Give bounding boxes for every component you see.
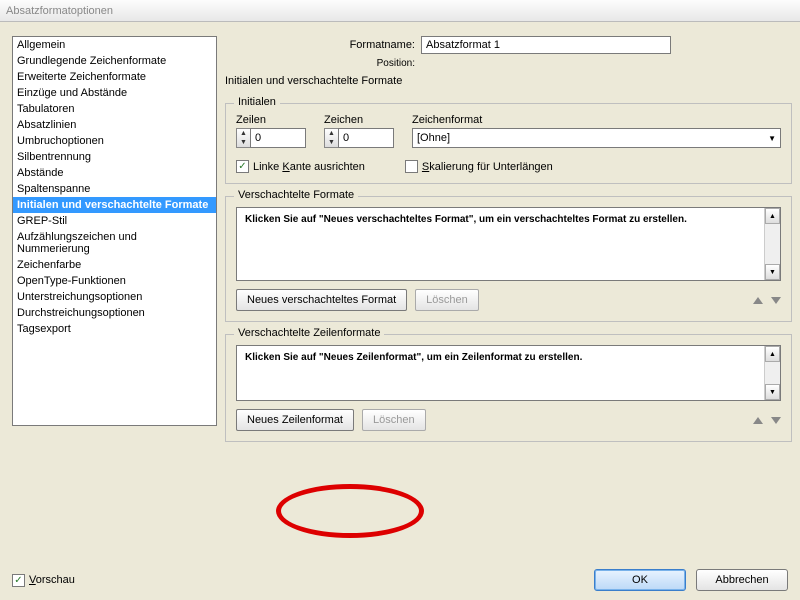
spinner-arrows-icon[interactable]: ▲▼ xyxy=(236,128,250,148)
position-label: Position: xyxy=(225,58,415,69)
sidebar-item[interactable]: Zeichenfarbe xyxy=(13,257,216,273)
scrollbar[interactable]: ▲▼ xyxy=(764,208,780,280)
sidebar-item[interactable]: Unterstreichungsoptionen xyxy=(13,289,216,305)
content-area: AllgemeinGrundlegende ZeichenformateErwe… xyxy=(0,22,800,600)
chars-label: Zeichen xyxy=(324,114,394,126)
window-title: Absatzformatoptionen xyxy=(6,5,113,17)
sidebar-item[interactable]: Absatzlinien xyxy=(13,117,216,133)
delete-nested-style-button[interactable]: Löschen xyxy=(415,289,479,311)
format-name-label: Formatname: xyxy=(225,39,415,51)
scroll-down-icon[interactable]: ▼ xyxy=(765,264,780,280)
ok-button[interactable]: OK xyxy=(594,569,686,591)
scroll-up-icon[interactable]: ▲ xyxy=(765,346,780,362)
dialog-window: Absatzformatoptionen AllgemeinGrundlegen… xyxy=(0,0,800,600)
initials-group-title: Initialen xyxy=(234,96,280,108)
charstyle-label: Zeichenformat xyxy=(412,114,781,126)
main-panel: Formatname: Position: Initialen und vers… xyxy=(225,36,792,556)
nested-styles-group: Verschachtelte Formate Klicken Sie auf "… xyxy=(225,196,792,322)
sidebar-item[interactable]: Tagsexport xyxy=(13,321,216,337)
checkbox-icon xyxy=(405,160,418,173)
sidebar-item[interactable]: Silbentrennung xyxy=(13,149,216,165)
nested-styles-hint: Klicken Sie auf "Neues verschachteltes F… xyxy=(237,208,780,231)
move-up-icon[interactable] xyxy=(753,417,763,424)
new-nested-style-button[interactable]: Neues verschachteltes Format xyxy=(236,289,407,311)
align-left-label: Linke Kante ausrichten xyxy=(253,161,365,173)
scale-descenders-checkbox[interactable]: Skalierung für Unterlängen xyxy=(405,160,553,173)
category-sidebar[interactable]: AllgemeinGrundlegende ZeichenformateErwe… xyxy=(12,36,217,426)
sidebar-item[interactable]: Aufzählungszeichen und Nummerierung xyxy=(13,229,216,257)
move-down-icon[interactable] xyxy=(771,417,781,424)
lines-label: Zeilen xyxy=(236,114,306,126)
spinner-arrows-icon[interactable]: ▲▼ xyxy=(324,128,338,148)
lines-input[interactable] xyxy=(250,128,306,148)
sidebar-item[interactable]: Einzüge und Abstände xyxy=(13,85,216,101)
sidebar-item[interactable]: Abstände xyxy=(13,165,216,181)
charstyle-value: [Ohne] xyxy=(417,132,450,144)
move-up-icon[interactable] xyxy=(753,297,763,304)
checkbox-icon: ✓ xyxy=(12,574,25,587)
nested-line-styles-list[interactable]: Klicken Sie auf "Neues Zeilenformat", um… xyxy=(236,345,781,401)
sidebar-item[interactable]: GREP-Stil xyxy=(13,213,216,229)
sidebar-item[interactable]: Spaltenspanne xyxy=(13,181,216,197)
format-name-input[interactable] xyxy=(421,36,671,54)
sidebar-item[interactable]: Umbruchoptionen xyxy=(13,133,216,149)
scale-descenders-label: Skalierung für Unterlängen xyxy=(422,161,553,173)
scroll-up-icon[interactable]: ▲ xyxy=(765,208,780,224)
initials-group: Initialen Zeilen ▲▼ Zeichen ▲▼ xyxy=(225,103,792,184)
checkbox-icon: ✓ xyxy=(236,160,249,173)
new-line-style-button[interactable]: Neues Zeilenformat xyxy=(236,409,354,431)
sidebar-item[interactable]: Tabulatoren xyxy=(13,101,216,117)
chars-input[interactable] xyxy=(338,128,394,148)
title-bar: Absatzformatoptionen xyxy=(0,0,800,22)
align-left-checkbox[interactable]: ✓ Linke Kante ausrichten xyxy=(236,160,365,173)
charstyle-select[interactable]: [Ohne] ▼ xyxy=(412,128,781,148)
section-heading: Initialen und verschachtelte Formate xyxy=(225,75,792,87)
chevron-down-icon: ▼ xyxy=(768,134,776,143)
nested-line-styles-group: Verschachtelte Zeilenformate Klicken Sie… xyxy=(225,334,792,442)
sidebar-item[interactable]: Durchstreichungsoptionen xyxy=(13,305,216,321)
lines-spinner[interactable]: ▲▼ xyxy=(236,128,306,148)
nested-styles-title: Verschachtelte Formate xyxy=(234,189,358,201)
cancel-button[interactable]: Abbrechen xyxy=(696,569,788,591)
nested-line-styles-title: Verschachtelte Zeilenformate xyxy=(234,327,384,339)
nested-line-styles-hint: Klicken Sie auf "Neues Zeilenformat", um… xyxy=(237,346,780,369)
move-down-icon[interactable] xyxy=(771,297,781,304)
dialog-footer: ✓ Vorschau OK Abbrechen xyxy=(0,560,800,600)
preview-label: Vorschau xyxy=(29,574,75,586)
nested-styles-list[interactable]: Klicken Sie auf "Neues verschachteltes F… xyxy=(236,207,781,281)
sidebar-item[interactable]: Initialen und verschachtelte Formate xyxy=(13,197,216,213)
sidebar-item[interactable]: OpenType-Funktionen xyxy=(13,273,216,289)
chars-spinner[interactable]: ▲▼ xyxy=(324,128,394,148)
scrollbar[interactable]: ▲▼ xyxy=(764,346,780,400)
preview-checkbox[interactable]: ✓ Vorschau xyxy=(12,574,75,587)
scroll-down-icon[interactable]: ▼ xyxy=(765,384,780,400)
delete-line-style-button[interactable]: Löschen xyxy=(362,409,426,431)
sidebar-item[interactable]: Erweiterte Zeichenformate xyxy=(13,69,216,85)
sidebar-item[interactable]: Grundlegende Zeichenformate xyxy=(13,53,216,69)
sidebar-item[interactable]: Allgemein xyxy=(13,37,216,53)
